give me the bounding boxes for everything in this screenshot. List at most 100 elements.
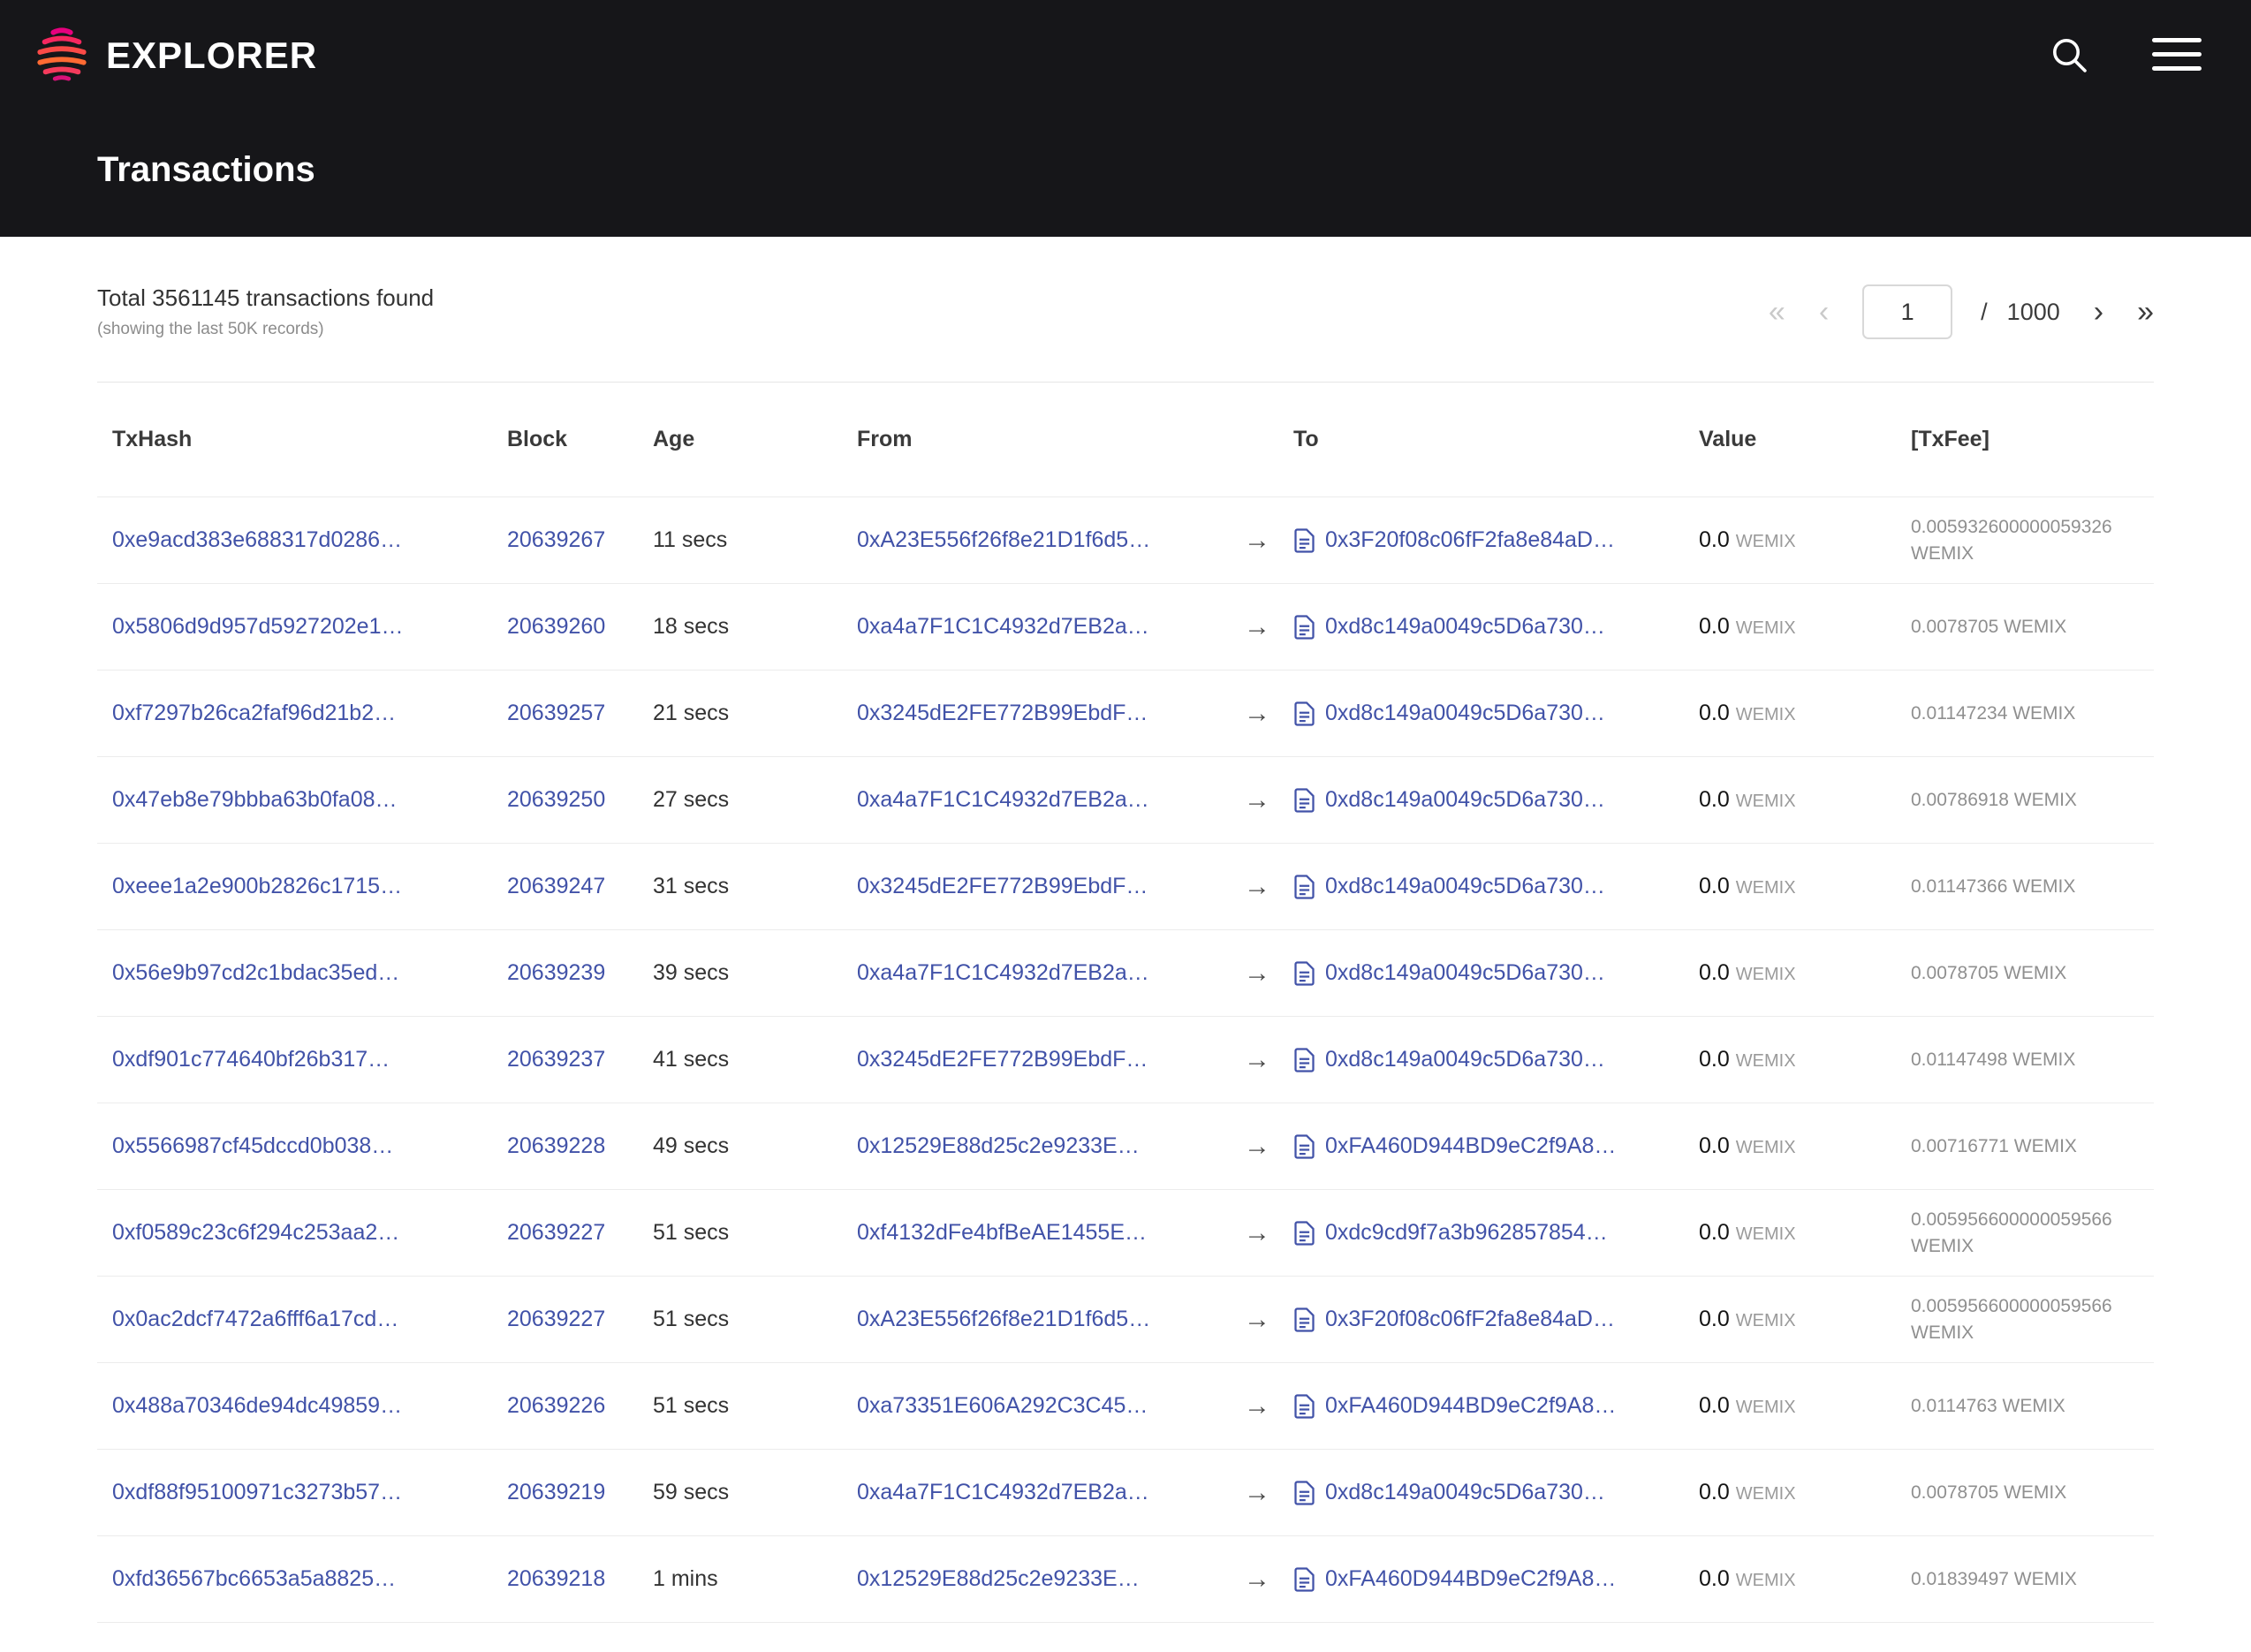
- table-row: 0xf0589c23c6f294c253aa2… 20639227 51 sec…: [97, 1190, 2154, 1277]
- from-address-link[interactable]: 0xA23E556f26f8e21D1f6d5…: [857, 527, 1150, 552]
- contract-icon: [1293, 961, 1315, 986]
- arrow-right-icon: →: [1244, 785, 1270, 815]
- from-address-link[interactable]: 0x12529E88d25c2e9233E…: [857, 1566, 1140, 1591]
- from-address-link[interactable]: 0xA23E556f26f8e21D1f6d5…: [857, 1307, 1150, 1331]
- column-header-txfee: [TxFee]: [1896, 427, 2154, 452]
- age-text: 41 secs: [653, 1047, 729, 1072]
- next-page-button[interactable]: ›: [2094, 297, 2103, 327]
- arrow-right-icon: →: [1244, 526, 1270, 555]
- arrow-right-icon: →: [1244, 872, 1270, 901]
- to-address-link[interactable]: 0xFA460D944BD9eC2f9A8…: [1325, 1133, 1616, 1159]
- txhash-link[interactable]: 0x0ac2dcf7472a6fff6a17cd…: [112, 1307, 398, 1331]
- block-link[interactable]: 20639219: [507, 1480, 605, 1504]
- from-address-link[interactable]: 0xa4a7F1C1C4932d7EB2a…: [857, 1480, 1149, 1504]
- value-unit: WEMIX: [1736, 532, 1796, 551]
- to-address-link[interactable]: 0xFA460D944BD9eC2f9A8…: [1325, 1393, 1616, 1419]
- value-unit: WEMIX: [1736, 618, 1796, 638]
- from-address-link[interactable]: 0x3245dE2FE772B99EbdF…: [857, 874, 1148, 898]
- txhash-link[interactable]: 0xe9acd383e688317d0286…: [112, 527, 402, 552]
- block-link[interactable]: 20639228: [507, 1133, 605, 1158]
- from-address-link[interactable]: 0xf4132dFe4bfBeAE1455E…: [857, 1220, 1147, 1245]
- txfee-text: 0.005956600000059566 WEMIX: [1911, 1209, 2112, 1255]
- txfee-text: 0.0078705 WEMIX: [1911, 1482, 2066, 1503]
- table-row: 0x56e9b97cd2c1bdac35ed… 20639239 39 secs…: [97, 930, 2154, 1017]
- txhash-link[interactable]: 0xf0589c23c6f294c253aa2…: [112, 1220, 399, 1245]
- to-address-link[interactable]: 0xd8c149a0049c5D6a730…: [1325, 874, 1605, 899]
- block-link[interactable]: 20639260: [507, 614, 605, 639]
- records-note-text: (showing the last 50K records): [97, 320, 434, 339]
- block-link[interactable]: 20639227: [507, 1220, 605, 1245]
- menu-button[interactable]: [2152, 36, 2202, 76]
- contract-icon: [1293, 788, 1315, 813]
- block-link[interactable]: 20639247: [507, 874, 605, 898]
- to-address-link[interactable]: 0xd8c149a0049c5D6a730…: [1325, 787, 1605, 813]
- contract-icon: [1293, 1394, 1315, 1419]
- txfee-text: 0.005956600000059566 WEMIX: [1911, 1296, 2112, 1342]
- txhash-link[interactable]: 0x5566987cf45dccd0b038…: [112, 1133, 393, 1158]
- value-amount: 0.0: [1699, 1480, 1730, 1504]
- value-amount: 0.0: [1699, 874, 1730, 898]
- to-address-link[interactable]: 0xdc9cd9f7a3b962857854…: [1325, 1220, 1608, 1246]
- age-text: 11 secs: [653, 527, 727, 552]
- from-address-link[interactable]: 0x3245dE2FE772B99EbdF…: [857, 701, 1148, 725]
- to-address-link[interactable]: 0xFA460D944BD9eC2f9A8…: [1325, 1566, 1616, 1592]
- txfee-text: 0.00786918 WEMIX: [1911, 790, 2077, 810]
- from-address-link[interactable]: 0x12529E88d25c2e9233E…: [857, 1133, 1140, 1158]
- table-header-row: TxHash Block Age From To Value [TxFee]: [97, 383, 2154, 497]
- txhash-link[interactable]: 0xeee1a2e900b2826c1715…: [112, 874, 402, 898]
- txhash-link[interactable]: 0xfd36567bc6653a5a8825…: [112, 1566, 396, 1591]
- block-link[interactable]: 20639237: [507, 1047, 605, 1072]
- from-address-link[interactable]: 0xa4a7F1C1C4932d7EB2a…: [857, 614, 1149, 639]
- table-body: 0xe9acd383e688317d0286… 20639267 11 secs…: [97, 497, 2154, 1623]
- first-page-button[interactable]: «: [1769, 297, 1785, 327]
- txhash-link[interactable]: 0xdf88f95100971c3273b57…: [112, 1480, 402, 1504]
- txhash-link[interactable]: 0x56e9b97cd2c1bdac35ed…: [112, 960, 399, 985]
- pagination: « ‹ / 1000 › »: [1769, 284, 2154, 339]
- arrow-right-icon: →: [1244, 1478, 1270, 1507]
- prev-page-button[interactable]: ‹: [1819, 297, 1829, 327]
- hamburger-menu-icon: [2152, 36, 2202, 76]
- contract-icon: [1293, 1221, 1315, 1246]
- last-page-button[interactable]: »: [2137, 297, 2154, 327]
- value-amount: 0.0: [1699, 1307, 1730, 1331]
- txhash-link[interactable]: 0xdf901c774640bf26b317…: [112, 1047, 390, 1072]
- txhash-link[interactable]: 0x5806d9d957d5927202e1…: [112, 614, 403, 639]
- logo-sphere-icon: [34, 25, 90, 86]
- from-address-link[interactable]: 0xa4a7F1C1C4932d7EB2a…: [857, 787, 1149, 812]
- to-address-link[interactable]: 0xd8c149a0049c5D6a730…: [1325, 1480, 1605, 1505]
- block-link[interactable]: 20639257: [507, 701, 605, 725]
- logo[interactable]: EXPLORER: [34, 25, 317, 86]
- to-address-link[interactable]: 0xd8c149a0049c5D6a730…: [1325, 960, 1605, 986]
- from-address-link[interactable]: 0xa73351E606A292C3C45…: [857, 1393, 1148, 1418]
- summary: Total 3561145 transactions found (showin…: [97, 284, 434, 339]
- table-row: 0xeee1a2e900b2826c1715… 20639247 31 secs…: [97, 844, 2154, 930]
- from-address-link[interactable]: 0x3245dE2FE772B99EbdF…: [857, 1047, 1148, 1072]
- age-text: 39 secs: [653, 960, 729, 985]
- to-address-link[interactable]: 0x3F20f08c06fF2fa8e84aD…: [1325, 1307, 1615, 1332]
- block-link[interactable]: 20639239: [507, 960, 605, 985]
- value-unit: WEMIX: [1736, 878, 1796, 898]
- page-number-input[interactable]: [1862, 284, 1952, 339]
- block-link[interactable]: 20639267: [507, 527, 605, 552]
- block-link[interactable]: 20639250: [507, 787, 605, 812]
- value-unit: WEMIX: [1736, 1051, 1796, 1071]
- txhash-link[interactable]: 0x47eb8e79bbba63b0fa08…: [112, 787, 398, 812]
- column-header-to: To: [1278, 427, 1684, 452]
- column-header-txhash: TxHash: [97, 427, 492, 452]
- block-link[interactable]: 20639227: [507, 1307, 605, 1331]
- to-address-link[interactable]: 0x3F20f08c06fF2fa8e84aD…: [1325, 527, 1615, 553]
- txfee-text: 0.00716771 WEMIX: [1911, 1136, 2077, 1156]
- to-address-link[interactable]: 0xd8c149a0049c5D6a730…: [1325, 701, 1605, 726]
- contract-icon: [1293, 1048, 1315, 1072]
- block-link[interactable]: 20639226: [507, 1393, 605, 1418]
- contract-icon: [1293, 615, 1315, 640]
- from-address-link[interactable]: 0xa4a7F1C1C4932d7EB2a…: [857, 960, 1149, 985]
- txhash-link[interactable]: 0x488a70346de94dc49859…: [112, 1393, 402, 1418]
- to-address-link[interactable]: 0xd8c149a0049c5D6a730…: [1325, 614, 1605, 640]
- block-link[interactable]: 20639218: [507, 1566, 605, 1591]
- to-address-link[interactable]: 0xd8c149a0049c5D6a730…: [1325, 1047, 1605, 1072]
- search-button[interactable]: [2048, 34, 2090, 79]
- table-row: 0x0ac2dcf7472a6fff6a17cd… 20639227 51 se…: [97, 1277, 2154, 1363]
- txhash-link[interactable]: 0xf7297b26ca2faf96d21b2…: [112, 701, 396, 725]
- column-header-value: Value: [1684, 427, 1896, 452]
